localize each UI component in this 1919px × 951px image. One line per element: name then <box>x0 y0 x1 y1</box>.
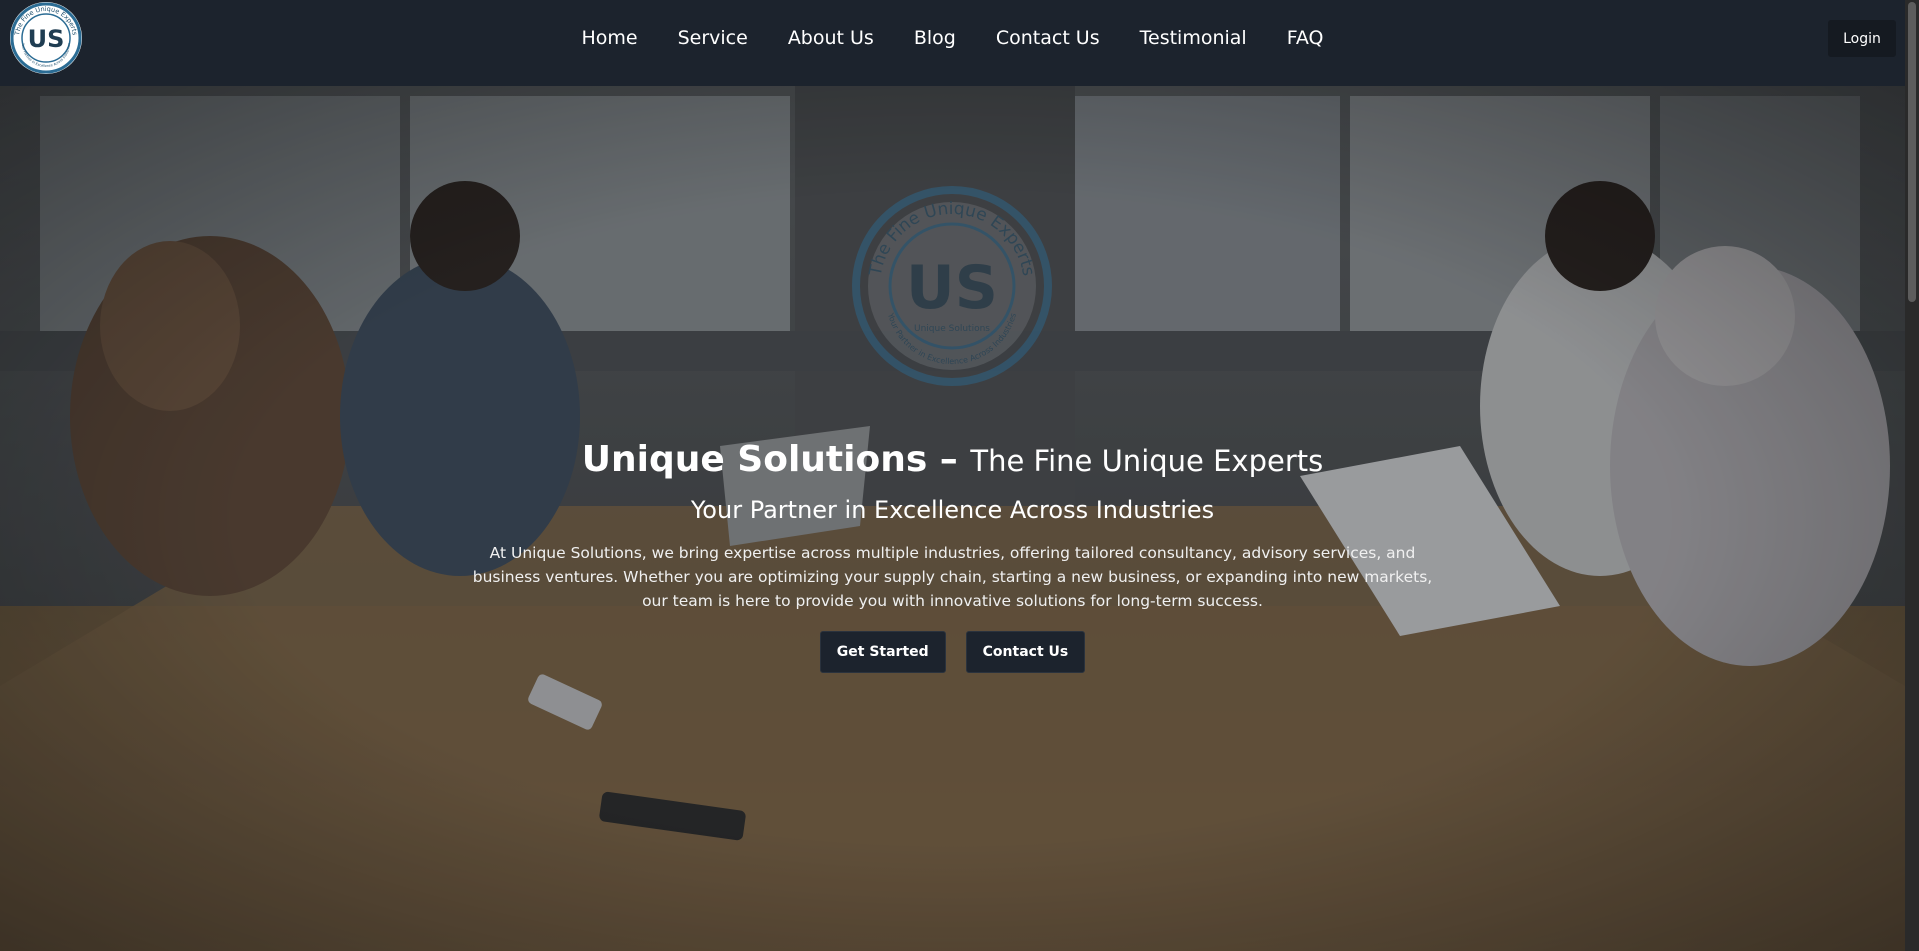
nav-blog[interactable]: Blog <box>894 27 976 49</box>
page-scrollbar[interactable] <box>1905 0 1919 951</box>
hero-title-tagline: The Fine Unique Experts <box>970 444 1324 478</box>
watermark-logo: The Fine Unique Experts US Unique Soluti… <box>852 186 1052 386</box>
nav-service[interactable]: Service <box>658 27 768 49</box>
nav-about-us[interactable]: About Us <box>768 27 894 49</box>
nav-contact-us[interactable]: Contact Us <box>976 27 1120 49</box>
watermark-inner-text: Unique Solutions <box>914 324 990 334</box>
watermark-monogram: US <box>906 253 998 323</box>
navbar: The Fine Unique Experts US Your Partner … <box>0 0 1905 86</box>
scrollbar-thumb[interactable] <box>1908 2 1916 302</box>
get-started-button[interactable]: Get Started <box>819 631 946 673</box>
hero-title-main: Unique Solutions – <box>581 439 958 480</box>
hero-description: At Unique Solutions, we bring expertise … <box>472 544 1433 610</box>
nav-home[interactable]: Home <box>561 27 657 49</box>
hero-section: The Fine Unique Experts US Unique Soluti… <box>0 86 1905 951</box>
hero-content: Unique Solutions – The Fine Unique Exper… <box>0 438 1905 673</box>
nav-testimonial[interactable]: Testimonial <box>1120 27 1267 49</box>
nav-faq[interactable]: FAQ <box>1267 27 1344 49</box>
hero-title: Unique Solutions – The Fine Unique Exper… <box>0 438 1905 483</box>
hero-subtitle: Your Partner in Excellence Across Indust… <box>690 496 1215 524</box>
hero-buttons: Get Started Contact Us <box>0 631 1905 673</box>
contact-us-button[interactable]: Contact Us <box>965 631 1086 673</box>
main-nav: Home Service About Us Blog Contact Us Te… <box>0 0 1905 76</box>
login-button[interactable]: Login <box>1828 20 1896 57</box>
page: The Fine Unique Experts US Your Partner … <box>0 0 1919 951</box>
